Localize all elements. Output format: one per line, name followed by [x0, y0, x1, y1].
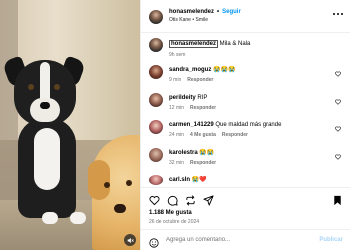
heart-outline-icon[interactable] — [335, 154, 341, 160]
reply-button[interactable]: Responder — [190, 160, 216, 166]
commenter-username[interactable]: karolestra — [169, 150, 198, 156]
commenter-avatar[interactable] — [149, 148, 163, 162]
caption-username[interactable]: honasmelendez — [169, 40, 219, 48]
reply-button[interactable]: Responder — [222, 132, 248, 138]
repost-button[interactable] — [185, 193, 196, 206]
mute-button[interactable] — [124, 234, 136, 246]
puppy-eye — [28, 84, 34, 90]
post-actions — [141, 187, 350, 206]
save-button[interactable] — [332, 193, 343, 206]
commenter-username[interactable]: carmen_141229 — [169, 122, 214, 128]
share-icon — [203, 195, 214, 206]
author-avatar[interactable] — [149, 10, 163, 24]
heart-outline-icon[interactable] — [335, 71, 341, 77]
comment-text: 😭❤️ — [191, 177, 207, 183]
golden-puppy-ear — [88, 160, 110, 200]
post-sidebar: honasmelendez • Seguir Otis Kane • Smile… — [140, 0, 350, 250]
comment-composer: Publicar — [141, 229, 350, 250]
puppy-paw — [70, 212, 86, 224]
post-caption: honasmelendez Mila & Nala 9h sem — [149, 38, 343, 59]
likes-count[interactable]: 1.188 Me gusta — [149, 210, 192, 216]
comment-button[interactable] — [167, 193, 178, 206]
comment-icon — [167, 195, 178, 206]
comment-time: 32 min — [169, 160, 185, 166]
caption-text: Mila & Nala — [218, 41, 251, 47]
comment-text: RIP — [197, 95, 208, 101]
comment-likes[interactable]: 4 Me gusta — [190, 132, 216, 138]
heart-outline-icon[interactable] — [335, 126, 341, 132]
golden-puppy-eye — [126, 180, 132, 186]
heart-icon — [149, 196, 160, 206]
comment-text: 😭😭 — [199, 150, 215, 156]
post-comment-button[interactable]: Publicar — [319, 237, 343, 243]
post-header: honasmelendez • Seguir Otis Kane • Smile — [141, 0, 350, 33]
speaker-muted-icon — [127, 237, 134, 243]
repost-icon — [186, 195, 195, 206]
save-icon — [334, 195, 341, 206]
post-date: 26 de octubre de 2024 — [149, 219, 200, 225]
heart-outline-icon[interactable] — [335, 99, 341, 105]
commenter-avatar[interactable] — [149, 120, 163, 134]
comment-item: sandra_moguz 😭😭😭 9 min Responder — [149, 65, 343, 83]
comment-time: 24 min — [169, 132, 185, 138]
comment-text: Que maldad más grande — [215, 122, 282, 128]
emoji-button[interactable] — [149, 235, 159, 248]
golden-puppy-eye — [104, 182, 110, 188]
commenter-username[interactable]: perildeity — [169, 95, 196, 101]
audio-subtitle[interactable]: Otis Kane • Smile — [169, 17, 241, 23]
comment-item: perildeity RIP 12 min Responder — [149, 93, 343, 111]
comment-input[interactable] — [166, 237, 306, 243]
commenter-username[interactable]: sandra_moguz — [169, 67, 211, 73]
comment-time: 9 min — [169, 77, 182, 83]
post-media[interactable] — [0, 0, 140, 250]
comment-item: carl.sln 😭❤️ — [149, 175, 343, 185]
share-button[interactable] — [203, 193, 214, 206]
like-button[interactable] — [149, 193, 160, 206]
puppy-paw — [42, 212, 58, 224]
commenter-username[interactable]: carl.sln — [169, 177, 190, 183]
comment-item: karolestra 😭😭 32 min Responder — [149, 148, 343, 166]
reply-button[interactable]: Responder — [187, 77, 213, 83]
golden-puppy-nose — [114, 204, 126, 213]
author-avatar[interactable] — [149, 38, 163, 52]
commenter-avatar[interactable] — [149, 93, 163, 107]
comment-item: carmen_141229 Que maldad más grande 24 m… — [149, 120, 343, 138]
puppy-chest — [34, 128, 60, 190]
author-username[interactable]: honasmelendez — [169, 9, 214, 15]
comment-time: 12 min — [169, 105, 185, 111]
commenter-avatar[interactable] — [149, 65, 163, 79]
more-options-icon[interactable] — [333, 11, 343, 17]
puppy-eye — [54, 84, 60, 90]
caption-time: 9h sem — [169, 52, 186, 58]
reply-button[interactable]: Responder — [190, 105, 216, 111]
follow-button[interactable]: Seguir — [222, 9, 241, 15]
comment-text: 😭😭😭 — [213, 67, 236, 73]
puppy-nose — [40, 102, 50, 109]
emoji-icon — [149, 238, 159, 248]
commenter-avatar[interactable] — [149, 175, 163, 185]
separator-dot: • — [217, 9, 220, 15]
